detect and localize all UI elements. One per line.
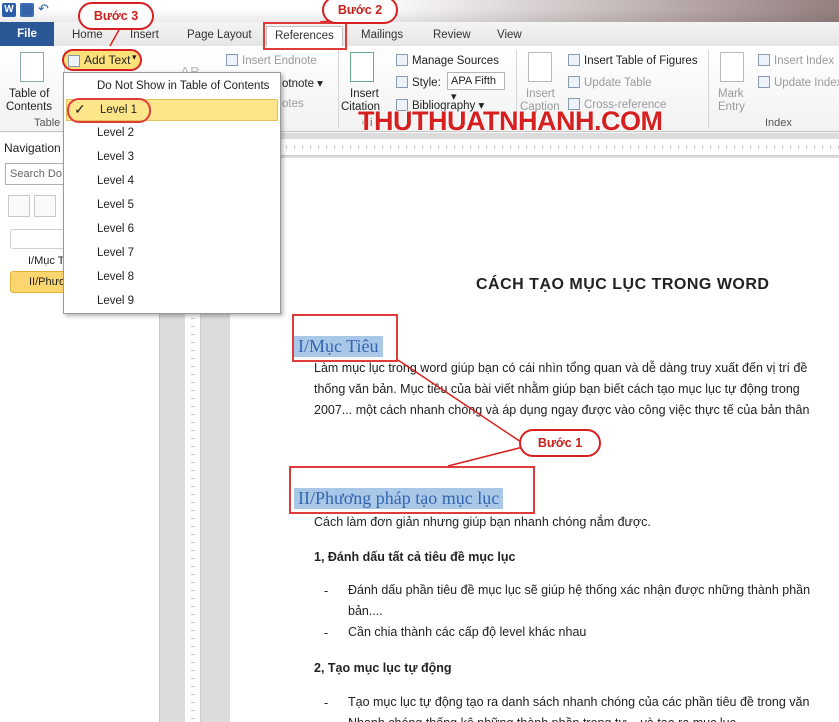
callout-step-1: Bước 1: [519, 429, 601, 457]
table-of-figures-icon: [568, 54, 580, 66]
endnote-icon: [226, 54, 238, 66]
update-table-icon: [568, 76, 580, 88]
style-label-text: Style:: [412, 77, 441, 89]
ruler-ticks: [230, 145, 839, 149]
menu-item-level-3[interactable]: Level 3: [64, 147, 280, 169]
insert-index-button[interactable]: Insert Index: [758, 54, 834, 67]
tab-mailings[interactable]: Mailings: [361, 26, 403, 46]
paragraph-line: Cách làm đơn giản nhưng giúp bạn nhanh c…: [314, 515, 651, 529]
tab-file[interactable]: File: [0, 22, 54, 46]
menu-item-do-not-show[interactable]: Do Not Show in Table of Contents: [64, 76, 280, 98]
mark-entry-icon: [720, 52, 744, 82]
document-title: CÁCH TẠO MỤC LỤC TRONG WORD: [476, 276, 770, 293]
insert-table-of-figures-button[interactable]: Insert Table of Figures: [568, 54, 698, 67]
add-text-label: Add Text: [84, 53, 131, 67]
update-index-button[interactable]: Update Index: [758, 76, 839, 89]
bullet-text: Đánh dấu phần tiêu đề mục lục sẽ giúp hệ…: [348, 583, 811, 597]
separator: [708, 50, 709, 128]
table-of-contents-label-2: Contents: [6, 101, 53, 113]
heading-phuong-phap[interactable]: II/Phương pháp tạo mục lục: [294, 488, 504, 509]
navigation-pane-title: Navigation: [4, 141, 61, 155]
insert-citation-button[interactable]: Insert: [350, 88, 379, 100]
insert-index-icon: [758, 54, 770, 66]
update-table-label: Update Table: [584, 77, 652, 89]
menu-item-level-7[interactable]: Level 7: [64, 243, 280, 265]
mark-entry-button[interactable]: Mark: [718, 88, 744, 100]
menu-item-level-5[interactable]: Level 5: [64, 195, 280, 217]
next-footnote-button[interactable]: otnote ▾: [282, 76, 323, 90]
paragraph-line: 2007... một cách nhanh chóng và áp dụng …: [314, 403, 810, 417]
menu-item-level-6[interactable]: Level 6: [64, 219, 280, 241]
quick-access-toolbar: W ↶: [2, 3, 52, 17]
bullet-text: bản....: [348, 604, 383, 618]
add-text-icon: [68, 55, 80, 67]
manage-sources-label: Manage Sources: [412, 55, 499, 67]
manage-sources-icon: [396, 54, 408, 66]
references-tab-highlight-box: [263, 22, 347, 50]
callout-step-2: Bước 2: [322, 0, 398, 24]
heading-muc-tieu[interactable]: I/Mục Tiêu: [294, 336, 383, 357]
paragraph-line: thống văn bản. Mục tiêu của bài viết nhằ…: [314, 382, 800, 396]
separator: [338, 50, 339, 128]
level1-highlight-oval: [67, 98, 151, 123]
bullet-text: Cần chia thành các cấp độ level khác nha…: [348, 625, 587, 639]
insert-table-of-figures-label: Insert Table of Figures: [584, 55, 698, 67]
group-label-table: Table: [34, 117, 61, 129]
menu-item-level-4[interactable]: Level 4: [64, 171, 280, 193]
mark-entry-label-2: Entry: [718, 101, 745, 113]
add-text-button[interactable]: Add Text ▾: [62, 49, 142, 71]
update-table-button[interactable]: Update Table: [568, 76, 652, 89]
manage-sources-button[interactable]: Manage Sources: [396, 54, 499, 67]
group-label-index: Index: [765, 117, 792, 129]
save-icon[interactable]: [20, 3, 34, 17]
style-select-value: APA Fifth: [451, 75, 497, 87]
menu-item-level-2[interactable]: Level 2: [64, 123, 280, 145]
insert-caption-button[interactable]: Insert: [526, 88, 555, 100]
paragraph-line: Làm mục lục trong word giúp bạn có cái n…: [314, 361, 808, 375]
style-icon: [396, 76, 408, 88]
insert-citation-icon: [350, 52, 374, 82]
subheading-2: 2, Tạo mục lục tự động: [314, 661, 452, 675]
browse-headings-tab-icon[interactable]: [8, 195, 30, 217]
insert-endnote-label: Insert Endnote: [242, 55, 317, 67]
style-select[interactable]: APA Fifth ▾: [447, 72, 505, 103]
show-notes-button[interactable]: otes: [282, 98, 304, 110]
bullet-text: Tạo mục lục tự động tạo ra danh sách nha…: [348, 695, 810, 709]
bullet-dash: -: [324, 626, 329, 640]
update-index-icon: [758, 76, 770, 88]
insert-endnote-button[interactable]: Insert Endnote: [226, 54, 317, 67]
bullet-dash: -: [324, 584, 329, 598]
style-label: Style:: [396, 76, 441, 89]
next-footnote-label: otnote: [282, 78, 314, 90]
toc-label-1: Table of: [9, 88, 50, 100]
tab-review[interactable]: Review: [433, 26, 471, 46]
add-text-dropdown-menu: Do Not Show in Table of Contents ✓ Level…: [63, 72, 281, 314]
menu-item-level-8[interactable]: Level 8: [64, 267, 280, 289]
callout-step-3: Bước 3: [78, 2, 154, 30]
bullet-text: Nhanh chóng thống kê những thành phần tr…: [348, 713, 736, 722]
update-index-label: Update Index: [774, 77, 839, 89]
word-app-icon[interactable]: W: [2, 3, 16, 17]
horizontal-ruler[interactable]: [230, 139, 839, 156]
title-bar-dark-area: [369, 0, 839, 22]
menu-item-level-9[interactable]: Level 9: [64, 291, 280, 313]
browse-pages-tab-icon[interactable]: [34, 195, 56, 217]
insert-index-label: Insert Index: [774, 55, 835, 67]
tab-view[interactable]: View: [497, 26, 522, 46]
table-of-contents-button[interactable]: Table of: [9, 88, 49, 100]
subheading-1: 1, Đánh dấu tất cả tiêu đề mục lục: [314, 550, 516, 564]
add-text-dropdown-arrow-icon: ▾: [132, 52, 137, 62]
undo-icon[interactable]: ↶: [38, 3, 52, 17]
insert-caption-icon: [528, 52, 552, 82]
bullet-dash: -: [324, 696, 329, 710]
table-of-contents-icon: [20, 52, 44, 82]
tab-page-layout[interactable]: Page Layout: [187, 26, 252, 46]
